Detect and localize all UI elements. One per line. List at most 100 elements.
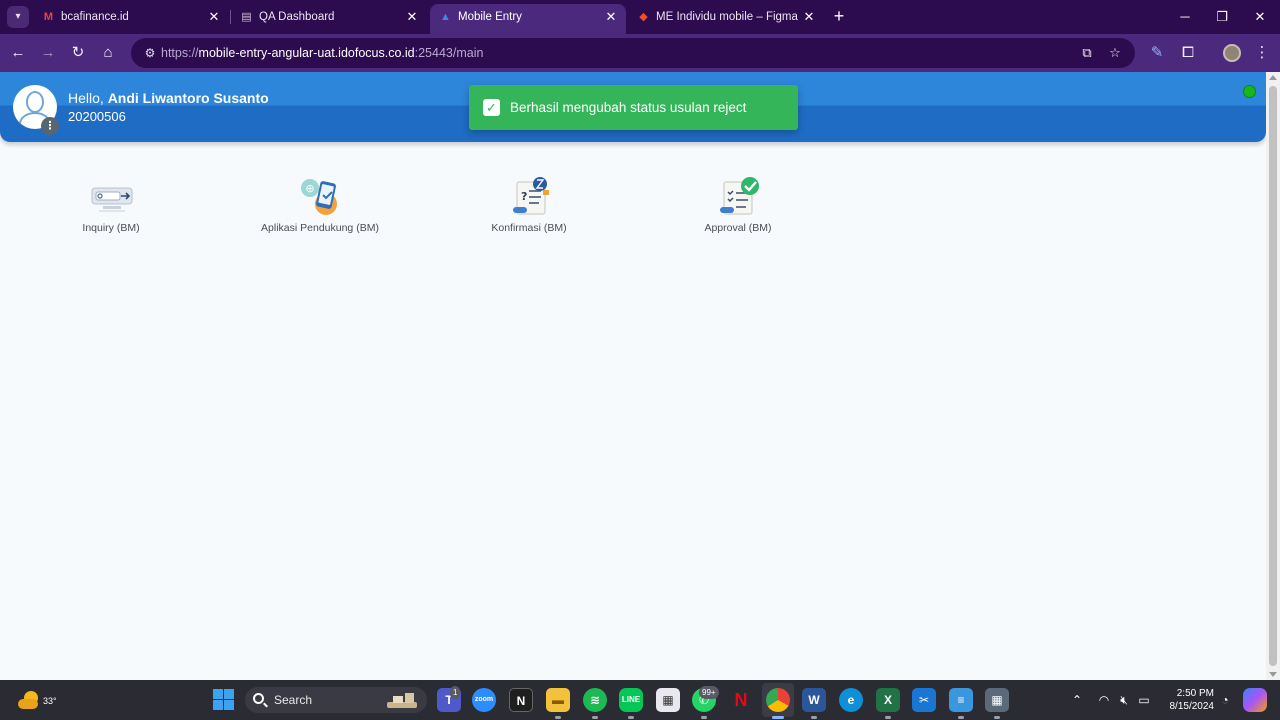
search-icon [253,693,264,704]
zoom-icon[interactable]: zoom [472,688,496,712]
svg-text:?: ? [521,190,527,203]
tab-qa-dashboard[interactable]: ▤ QA Dashboard ✕ [231,4,427,30]
tab-title: ME Individu mobile – Figma [656,11,798,23]
microsoft-store-icon[interactable]: ▦ [656,688,680,712]
snipping-tool-icon[interactable]: ✂ [912,688,936,712]
windows-start-icon[interactable] [213,689,234,710]
notepad-icon[interactable]: ≡ [949,688,973,712]
clock-date: 8/15/2024 [1169,701,1215,712]
tab-title: QA Dashboard [259,11,335,23]
notion-icon[interactable]: N [509,688,533,712]
scroll-thumb[interactable] [1269,86,1277,666]
gmail-icon: M [43,11,54,23]
tab-title: bcafinance.id [61,11,129,23]
user-id: 20200506 [68,109,126,124]
minimize-button[interactable]: ─ [1174,7,1196,27]
weather-widget[interactable]: 33° [16,689,57,713]
chrome-menu-icon[interactable]: ⋮ [1251,42,1273,64]
file-explorer-icon[interactable]: ▬ [546,688,570,712]
menu-inquiry-bm[interactable]: Inquiry (BM) [21,172,201,240]
running-indicator [555,716,561,719]
browser-toolbar: ← → ↻ ⌂ ⚙ https://mobile-entry-angular-u… [0,34,1280,72]
chevron-up-icon[interactable]: ⌃ [1069,692,1085,708]
running-indicator [628,716,634,719]
running-indicator [592,716,598,719]
tab-search-button[interactable]: ▾ [7,6,29,28]
system-clock[interactable]: 2:50 PM 8/15/2024 [1158,687,1215,713]
calculator-icon[interactable]: ▦ [985,688,1009,712]
scroll-up-arrow-icon[interactable] [1269,75,1277,80]
scroll-down-arrow-icon[interactable] [1269,672,1277,677]
home-icon[interactable]: ⌂ [97,42,119,64]
url-text[interactable]: https://mobile-entry-angular-uat.idofocu… [161,38,483,68]
angular-icon: ▲ [440,11,451,23]
spotify-icon[interactable]: ≋ [583,688,607,712]
wifi-icon[interactable]: ◠ [1096,692,1112,708]
teams-badge: 1 [450,686,461,699]
site-info-icon[interactable]: ⚙ [139,42,161,64]
taskbar-search[interactable]: Search [245,687,427,713]
edge-icon[interactable]: e [839,688,863,712]
reload-icon[interactable]: ↻ [67,42,89,64]
word-icon[interactable]: W [802,688,826,712]
profile-avatar[interactable] [1223,44,1241,62]
menu-approval-bm[interactable]: Approval (BM) [648,172,828,240]
netflix-icon[interactable]: N [729,688,753,712]
back-icon[interactable]: ← [7,42,29,64]
bookmark-star-icon[interactable]: ☆ [1105,43,1125,63]
line-icon[interactable]: LINE [619,688,643,712]
close-window-button[interactable]: ✕ [1249,7,1271,27]
menu-label: Aplikasi Pendukung (BM) [261,222,379,234]
extensions-puzzle-icon[interactable]: ⧠ [1177,42,1199,64]
install-app-icon[interactable]: ⧉ [1077,43,1097,63]
maximize-button[interactable]: ❐ [1211,7,1233,27]
running-indicator [885,716,891,719]
svg-text:⊕: ⊕ [305,182,314,195]
cloud-icon [18,699,38,709]
avatar-head [26,91,44,113]
pen-extension-icon[interactable]: ✎ [1146,42,1168,64]
menu-aplikasi-pendukung-bm[interactable]: ⊕ Aplikasi Pendukung (BM) [230,172,410,240]
menu-label: Approval (BM) [704,222,772,234]
tab-close-icon[interactable]: ✕ [207,4,221,30]
url-path: :25443/main [414,46,484,60]
tab-figma[interactable]: ◆ ME Individu mobile – Figma ✕ [628,4,824,30]
forward-icon[interactable]: → [37,42,59,64]
browser-tab-strip: ▾ M bcafinance.id ✕ ▤ QA Dashboard ✕ ▲ M… [0,0,1280,34]
notification-bell-icon[interactable]: ◔ [1217,692,1233,708]
menu-label: Konfirmasi (BM) [491,222,567,234]
active-running-indicator [772,716,784,719]
url-host: mobile-entry-angular-uat.idofocus.co.id [198,46,415,60]
checkbox-check-icon: ✓ [483,99,500,116]
chrome-icon[interactable] [766,688,790,712]
copilot-icon[interactable] [1243,688,1267,712]
tab-close-icon[interactable]: ✕ [405,4,419,30]
figma-icon: ◆ [639,11,648,23]
mobile-app-icon: ⊕ [301,179,337,215]
greeting-text: Hello, Andi Liwantoro Susanto [68,90,269,106]
tab-close-icon[interactable]: ✕ [802,4,816,30]
excel-icon[interactable]: X [876,688,900,712]
running-indicator [701,716,707,719]
user-menu-kebab-icon[interactable]: ⋮ [41,117,59,135]
doc-icon: ▤ [241,11,252,23]
search-highlight-art-icon [387,693,417,708]
search-label: Search [274,693,313,707]
toast-message: Berhasil mengubah status usulan reject [510,100,747,115]
user-name: Andi Liwantoro Susanto [107,90,269,106]
new-tab-button[interactable]: + [829,5,849,27]
tab-bcafinance[interactable]: M bcafinance.id ✕ [33,4,229,30]
battery-icon[interactable]: ▭ [1136,692,1152,708]
volume-muted-icon[interactable]: 🔇︎ [1116,692,1132,708]
running-indicator [811,716,817,719]
tab-mobile-entry[interactable]: ▲ Mobile Entry ✕ [430,4,626,34]
address-bar[interactable]: ⚙ https://mobile-entry-angular-uat.idofo… [131,38,1135,68]
url-scheme: https:// [161,46,199,60]
menu-konfirmasi-bm[interactable]: ? Konfirmasi (BM) [439,172,619,240]
page-scrollbar[interactable] [1266,72,1280,680]
success-toast[interactable]: ✓ Berhasil mengubah status usulan reject [469,85,798,130]
online-status-indicator [1243,85,1256,98]
weather-temperature: 33° [43,696,57,706]
tab-close-icon[interactable]: ✕ [604,4,618,30]
approval-checklist-icon [720,177,759,215]
